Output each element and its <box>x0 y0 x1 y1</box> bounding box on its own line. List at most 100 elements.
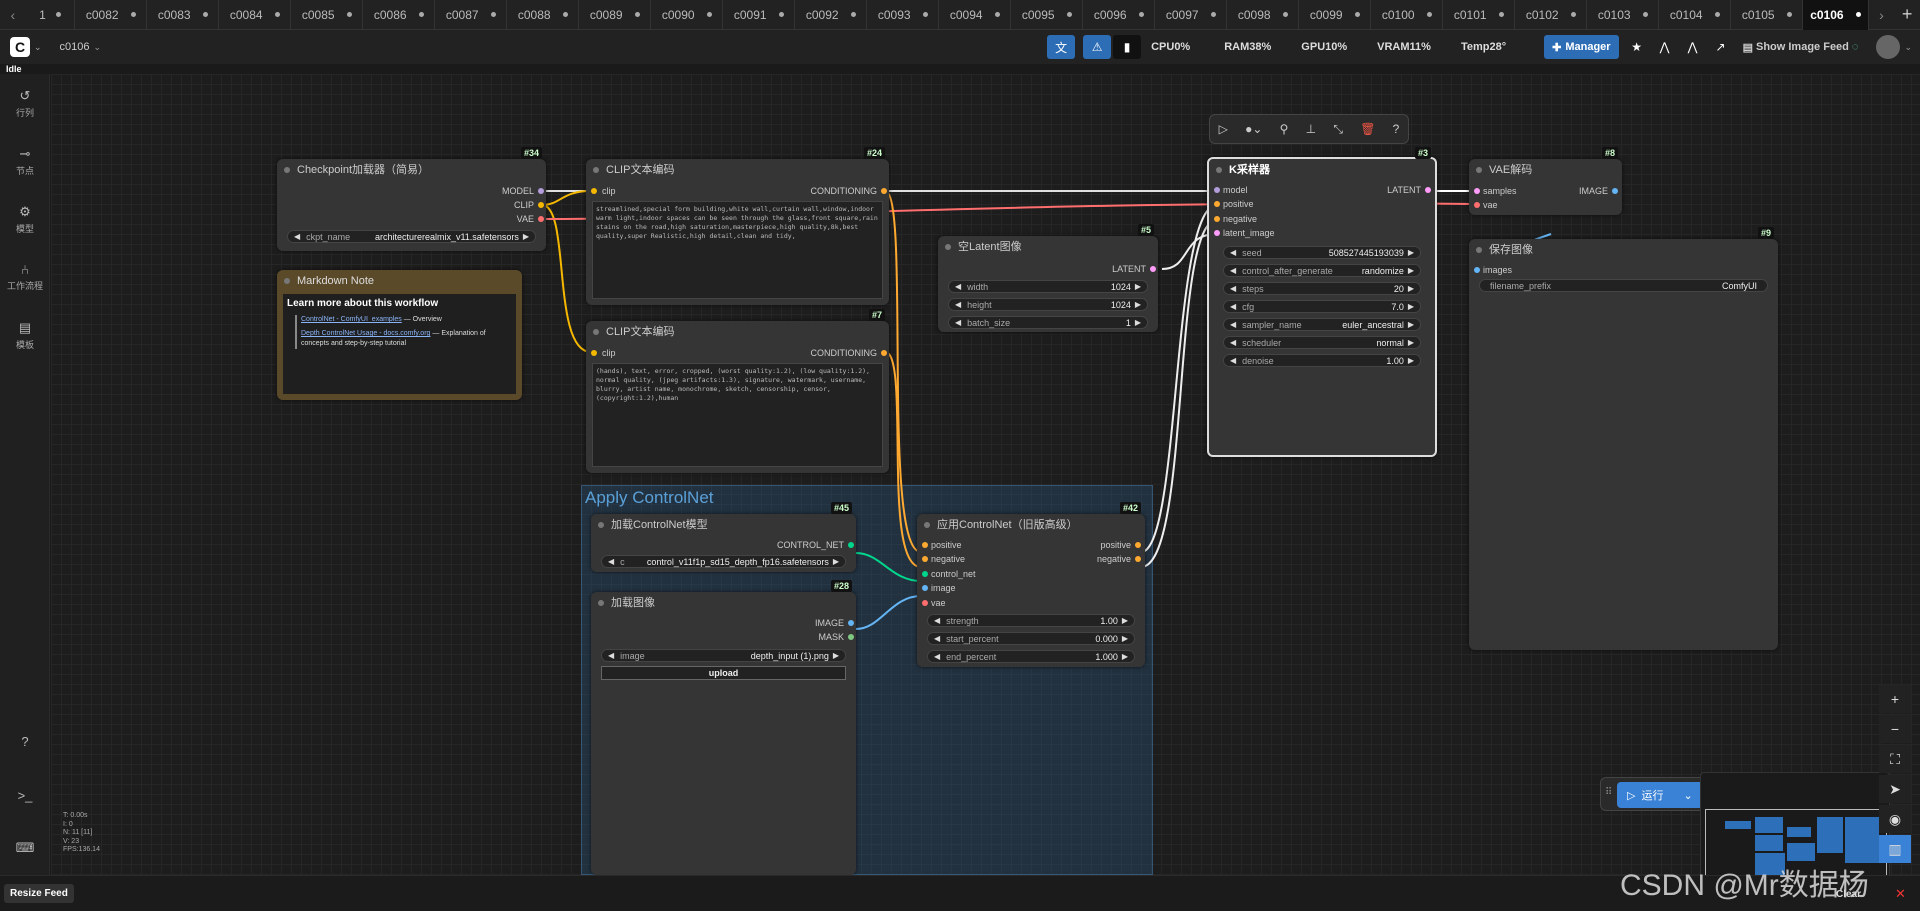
tab-c0090[interactable]: c0090 <box>651 0 724 30</box>
widget-start-percent[interactable]: ◀ start_percent 0.000 ▶ <box>927 632 1135 645</box>
port-dot[interactable] <box>591 350 597 356</box>
collapse-icon[interactable]: ⤡ <box>1333 122 1343 137</box>
widget-steps[interactable]: ◀ steps 20 ▶ <box>1223 282 1421 295</box>
port-dot[interactable] <box>1214 230 1220 236</box>
widget-ckpt-name[interactable]: ◀ ckpt_name architecturerealmix_v11.safete… <box>287 230 536 243</box>
widget-width[interactable]: ◀ width 1024 ▶ <box>948 280 1148 293</box>
increment-arrow-icon[interactable]: ▶ <box>523 232 529 241</box>
prompt-textarea[interactable]: streamlined,special form building,white … <box>592 201 883 299</box>
port-dot[interactable] <box>1474 267 1480 273</box>
star-icon[interactable]: ★ <box>1623 35 1651 59</box>
node-apply-controlnet[interactable]: #42 应用ControlNet（旧版高级） positive negative… <box>917 502 1145 667</box>
widget-sampler-name[interactable]: ◀ sampler_name euler_ancestral ▶ <box>1223 318 1421 331</box>
input-samples[interactable]: samples <box>1474 184 1517 198</box>
drag-handle-icon[interactable]: ⠿ <box>1605 787 1612 798</box>
markdown-link[interactable]: Depth ControlNet Usage - docs.comfy.org <box>301 330 430 337</box>
node-canvas[interactable]: Apply ControlNet #34 Checkpoint加载器（简易） M… <box>51 74 1920 875</box>
widget-control-net-name[interactable]: ◀ c control_v11f1p_sd15_depth_fp16.safeten… <box>601 555 846 568</box>
node-load-image[interactable]: #28 加载图像 IMAGE MASK ◀ image depth_input (1… <box>591 580 856 875</box>
chevron-down-icon[interactable]: ⌄ <box>1683 789 1692 802</box>
input-negative[interactable]: negative <box>1214 212 1257 226</box>
color-picker-icon[interactable]: ●⌄ <box>1245 122 1262 136</box>
input-image[interactable]: image <box>922 581 956 595</box>
terminal-icon[interactable]: >_ <box>0 788 50 805</box>
tab-c0088[interactable]: c0088 <box>507 0 580 30</box>
port-dot[interactable] <box>1425 187 1431 193</box>
decrement-arrow-icon[interactable]: ◀ <box>934 616 940 625</box>
node-title[interactable]: VAE解码 <box>1469 159 1622 181</box>
tab-c0098[interactable]: c0098 <box>1227 0 1300 30</box>
comfy-logo-icon[interactable]: C <box>10 37 30 57</box>
node-title[interactable]: K采样器 <box>1209 159 1435 181</box>
fit-view-icon[interactable]: ⛶ <box>1879 745 1911 773</box>
tab-c0099[interactable]: c0099 <box>1299 0 1372 30</box>
decrement-arrow-icon[interactable]: ◀ <box>1230 356 1236 365</box>
share-arrow-icon[interactable]: ↗ <box>1707 35 1735 59</box>
port-dot[interactable] <box>848 634 854 640</box>
output-conditioning[interactable]: CONDITIONING <box>811 184 887 198</box>
sidebar-item-nodes[interactable]: ⊸ 节点 <box>0 146 50 177</box>
avatar-chevron-icon[interactable]: ⌄ <box>1904 42 1912 53</box>
node-title[interactable]: 保存图像 <box>1469 239 1778 261</box>
port-dot[interactable] <box>881 350 887 356</box>
tab-c0083[interactable]: c0083 <box>147 0 220 30</box>
input-vae[interactable]: vae <box>922 596 946 610</box>
output-positive[interactable]: positive <box>1100 538 1141 552</box>
input-latent-image[interactable]: latent_image <box>1214 226 1275 240</box>
port-dot[interactable] <box>538 202 544 208</box>
input-negative[interactable]: negative <box>922 552 965 566</box>
port-dot[interactable] <box>1214 187 1220 193</box>
port-dot[interactable] <box>1135 556 1141 562</box>
widget-denoise[interactable]: ◀ denoise 1.00 ▶ <box>1223 354 1421 367</box>
show-image-feed-button[interactable]: ▤ Show Image Feed ◌ <box>1743 41 1859 54</box>
bookmark-icon[interactable]: ▮ <box>1113 35 1142 59</box>
zoom-out-icon[interactable]: − <box>1879 715 1911 743</box>
decrement-arrow-icon[interactable]: ◀ <box>955 300 961 309</box>
tab-c0105[interactable]: c0105 <box>1731 0 1804 30</box>
port-dot[interactable] <box>922 542 928 548</box>
decrement-arrow-icon[interactable]: ◀ <box>934 634 940 643</box>
link-render-icon[interactable]: ⚠ <box>1083 35 1112 59</box>
avatar[interactable] <box>1876 35 1901 59</box>
port-dot[interactable] <box>538 188 544 194</box>
sidebar-item-models[interactable]: ⚙ 模型 <box>0 204 50 235</box>
delete-icon[interactable]: 🗑 <box>1360 122 1375 136</box>
sidebar-item-queue[interactable]: ↺ 行列 <box>0 88 50 119</box>
widget-strength[interactable]: ◀ strength 1.00 ▶ <box>927 614 1135 627</box>
translate-icon[interactable]: 文 <box>1047 35 1076 59</box>
output-image[interactable]: IMAGE <box>815 616 854 630</box>
input-positive[interactable]: positive <box>1214 197 1254 211</box>
node-title[interactable]: 空Latent图像 <box>938 236 1158 258</box>
port-dot[interactable] <box>922 585 928 591</box>
run-button[interactable]: ▷ 运行 ⌄ <box>1617 782 1709 808</box>
zoom-in-icon[interactable]: + <box>1879 685 1911 713</box>
sidebar-item-templates[interactable]: ▤ 模板 <box>0 320 50 351</box>
widget-cfg[interactable]: ◀ cfg 7.0 ▶ <box>1223 300 1421 313</box>
widget-seed[interactable]: ◀ seed 508527445193039 ▶ <box>1223 246 1421 259</box>
decrement-arrow-icon[interactable]: ◀ <box>1230 266 1236 275</box>
upload-button[interactable]: upload <box>601 666 846 680</box>
node-markdown-note[interactable]: Markdown Note Learn more about this work… <box>277 270 522 400</box>
output-mask[interactable]: MASK <box>818 630 854 644</box>
increment-arrow-icon[interactable]: ▶ <box>1408 266 1414 275</box>
decrement-arrow-icon[interactable]: ◀ <box>608 651 614 660</box>
output-model[interactable]: MODEL <box>502 184 544 198</box>
prompt-textarea[interactable]: (hands), text, error, cropped, (worst qu… <box>592 363 883 467</box>
sidebar-item-workflows[interactable]: ⑃ 工作流程 <box>0 262 50 292</box>
increment-arrow-icon[interactable]: ▶ <box>1135 300 1141 309</box>
port-dot[interactable] <box>1612 188 1618 194</box>
increment-arrow-icon[interactable]: ▶ <box>1408 284 1414 293</box>
tab-c0097[interactable]: c0097 <box>1155 0 1228 30</box>
node-controlnet-loader[interactable]: #45 加载ControlNet模型 CONTROL_NET ◀ c control… <box>591 502 856 572</box>
output-conditioning[interactable]: CONDITIONING <box>811 346 887 360</box>
tab-scroll-left-icon[interactable]: ‹ <box>0 7 26 23</box>
widget-control-after-generate[interactable]: ◀ control_after_generate randomize ▶ <box>1223 264 1421 277</box>
widget-image[interactable]: ◀ image depth_input (1).png ▶ <box>601 649 846 662</box>
node-ksampler[interactable]: #3 K采样器 model positive negative latent_i… <box>1207 147 1437 457</box>
tab-c0084[interactable]: c0084 <box>219 0 292 30</box>
input-control-net[interactable]: control_net <box>922 567 976 581</box>
port-dot[interactable] <box>1474 202 1480 208</box>
port-dot[interactable] <box>922 556 928 562</box>
tab-scroll-right-icon[interactable]: › <box>1869 7 1895 23</box>
output-latent[interactable]: LATENT <box>1387 183 1431 197</box>
